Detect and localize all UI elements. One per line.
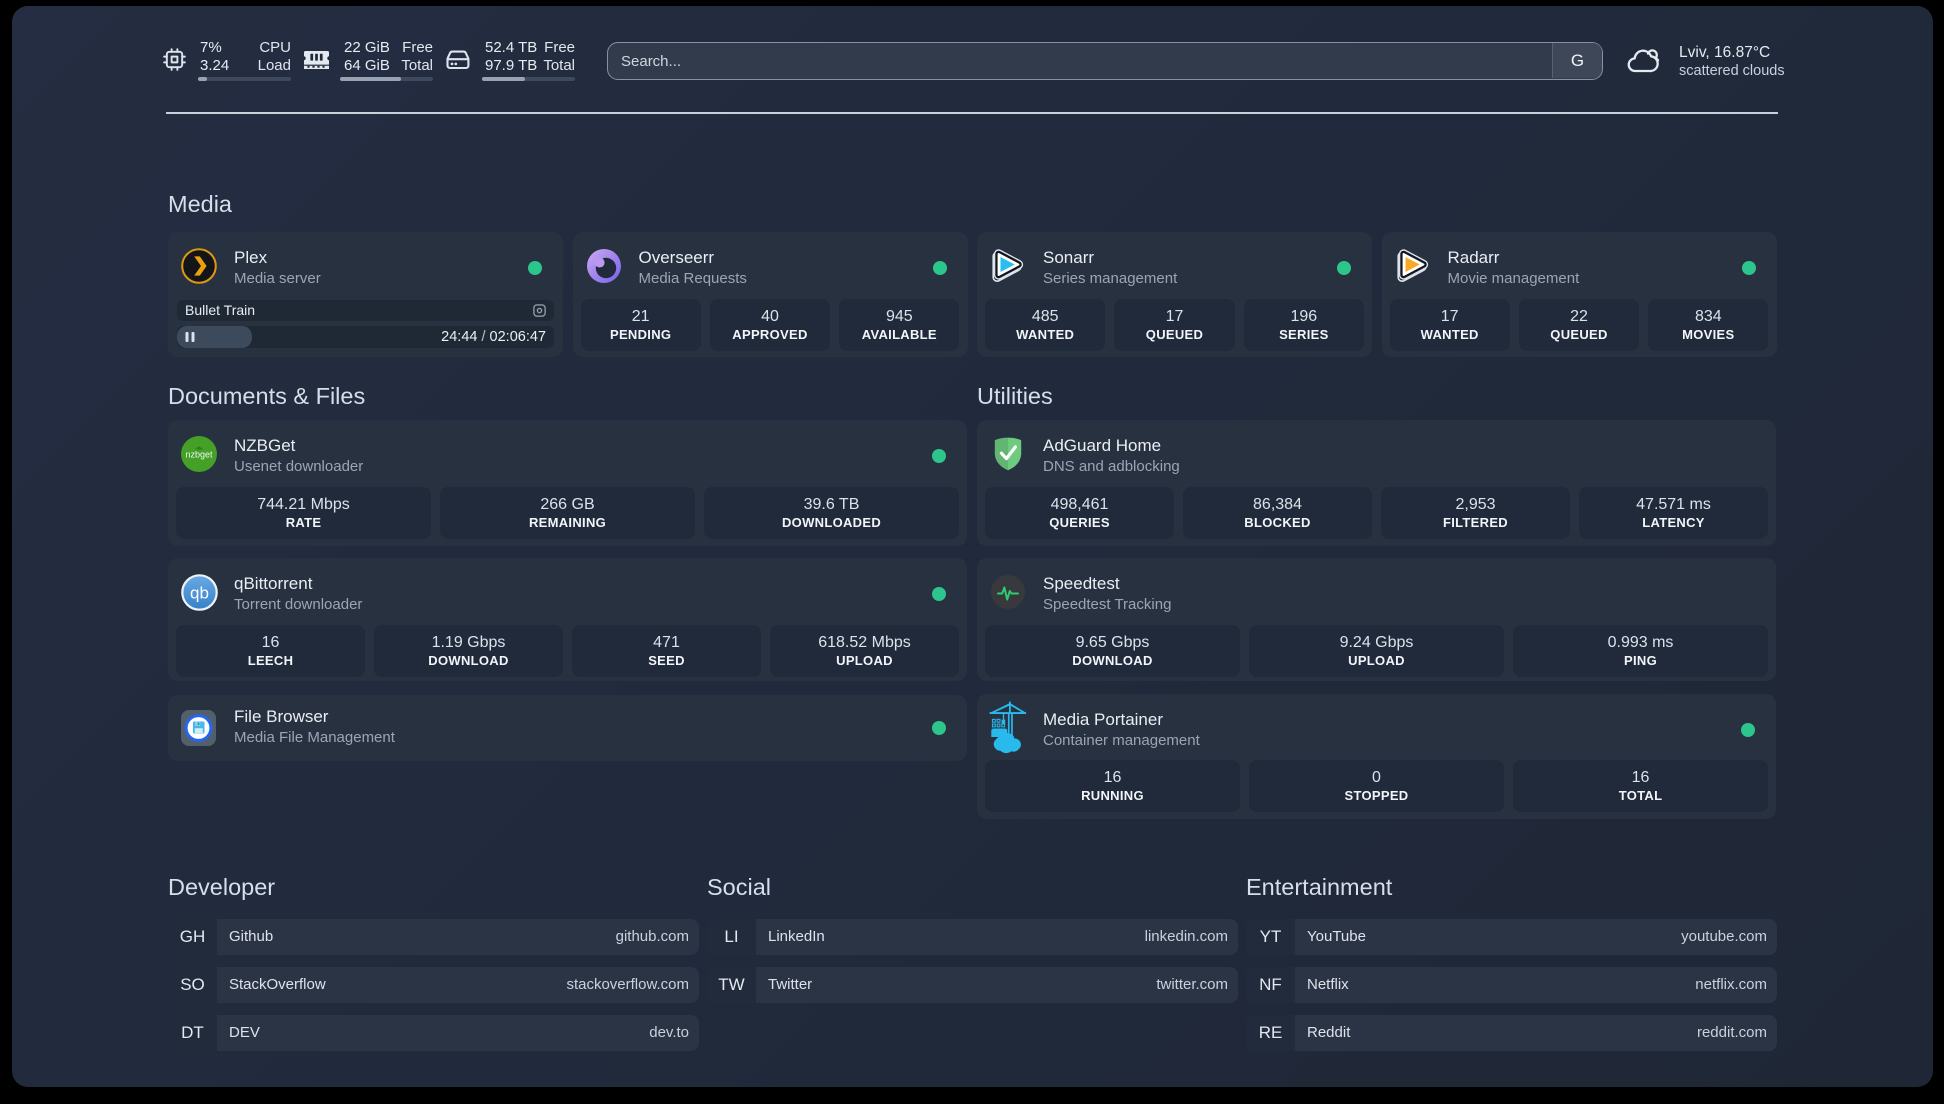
svg-text:nzbget: nzbget (185, 450, 213, 460)
svg-text:qb: qb (190, 584, 209, 603)
